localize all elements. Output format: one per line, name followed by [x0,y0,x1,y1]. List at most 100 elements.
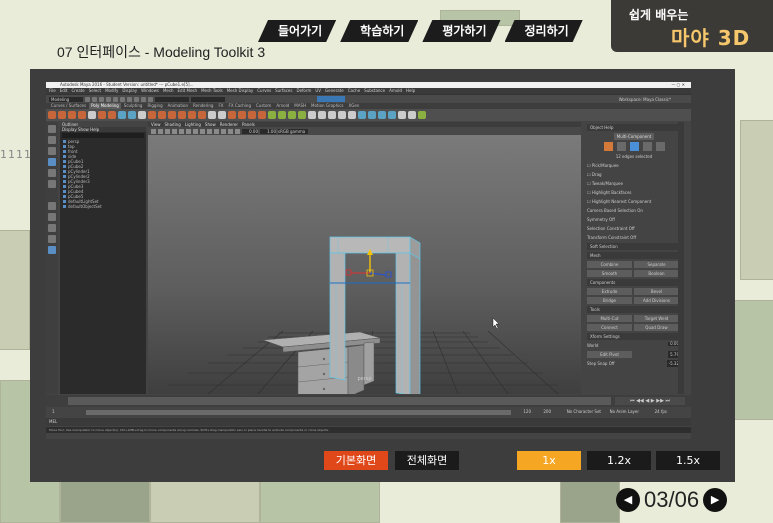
shelf-tab-rendering[interactable]: Rendering [191,103,215,109]
shelf-tool-icon[interactable] [268,111,276,119]
textured-icon[interactable] [207,128,212,134]
new-scene-icon[interactable] [85,96,90,102]
soft-selection-header[interactable]: Soft Selection [587,243,681,250]
toolkit-option[interactable]: ☐ Highlight Backfaces [587,189,681,196]
components-header[interactable]: Components [587,279,681,286]
menu-item-mesh[interactable]: Mesh [163,88,174,94]
shelf-tool-icon[interactable] [128,111,136,119]
redo-icon[interactable] [113,96,118,102]
playback-controls[interactable]: ⏮ ◀◀ ◀ ▶ ▶▶ ⏭ [615,397,685,405]
last-tool-icon[interactable] [48,202,56,210]
snap-grid-icon[interactable] [120,96,125,102]
toolkit-option[interactable]: ☐ Tweak/Marquee [587,180,681,187]
step-snap-setting[interactable]: Step Snap Off [587,360,615,367]
fps-dropdown[interactable]: 24 fps [655,409,667,414]
timeline-ruler[interactable] [68,397,611,405]
shelf-tool-icon[interactable] [148,111,156,119]
shelf-tool-icon[interactable] [378,111,386,119]
shelf-tab-rigging[interactable]: Rigging [145,103,164,109]
shelf-tool-icon[interactable] [408,111,416,119]
snap-curve-icon[interactable] [127,96,132,102]
save-scene-icon[interactable] [99,96,104,102]
add-divisions-button[interactable]: Add Divisions [634,297,679,304]
shelf-tab-poly-modeling[interactable]: Poly Modeling [89,103,121,109]
menu-item-select[interactable]: Select [89,88,101,94]
bevel-button[interactable]: Bevel [634,288,679,295]
shelf-tool-icon[interactable] [198,111,206,119]
viewport-menu-view[interactable]: View [151,122,161,127]
shelf-tool-icon[interactable] [108,111,116,119]
exposure-field[interactable]: 0.00 [242,128,258,134]
range-bar[interactable] [86,410,511,415]
smooth-shade-icon[interactable] [200,128,205,134]
menu-item-generate[interactable]: Generate [325,88,344,94]
shelf-tool-icon[interactable] [348,111,356,119]
range-end[interactable]: 120 [523,409,531,414]
outliner-view-icon[interactable] [48,246,56,254]
menu-item-substance[interactable]: Substance [364,88,385,94]
selection-constraint[interactable]: Selection Constraint Off [587,225,681,232]
shelf-tool-icon[interactable] [298,111,306,119]
menu-item-deform[interactable]: Deform [296,88,311,94]
rotate-tool-icon[interactable] [48,169,56,177]
mesh-header[interactable]: Mesh [587,252,681,259]
ipr-icon[interactable] [148,96,153,102]
shelf-tool-icon[interactable] [98,111,106,119]
gamma-field[interactable]: 1.00 [260,128,276,134]
shelf-tool-icon[interactable] [388,111,396,119]
viewport-menu-lighting[interactable]: Lighting [185,122,201,127]
shelf-tab-arnold[interactable]: Arnold [274,103,291,109]
multi-cut-button[interactable]: Multi-Cut [587,315,632,322]
viewport-menu-renderer[interactable]: Renderer [220,122,238,127]
speed-1-5x-button[interactable]: 1.5x [656,451,720,470]
bridge-button[interactable]: Bridge [587,297,632,304]
shelf-tab-motion-graphics[interactable]: Motion Graphics [309,103,346,109]
shelf-tab-fx[interactable]: FX [216,103,225,109]
symmetry-field[interactable] [191,96,225,102]
grid-toggle-icon[interactable] [172,128,177,134]
menu-item-mesh-tools[interactable]: Mesh Tools [201,88,223,94]
shelf-tool-icon[interactable] [68,111,76,119]
shadows-icon[interactable] [221,128,226,134]
viewport-menu-panels[interactable]: Panels [242,122,255,127]
resolution-gate-icon[interactable] [186,128,191,134]
separate-button[interactable]: Separate [634,261,679,268]
character-set-dropdown[interactable]: No Character Set [567,409,601,414]
symmetry-setting[interactable]: Symmetry Off [587,216,681,223]
basic-view-button[interactable]: 기본화면 [324,451,388,470]
command-line[interactable]: MEL [46,418,691,426]
workspace-dropdown[interactable]: Workspace: Maya Classic* [619,97,671,102]
outliner-item[interactable]: defaultObjectSet [60,204,146,209]
smooth-button[interactable]: Smooth [587,270,632,277]
shelf-tool-icon[interactable] [368,111,376,119]
shelf-tool-icon[interactable] [78,111,86,119]
menu-item-curves[interactable]: Curves [257,88,271,94]
speed-1x-button[interactable]: 1x [517,451,581,470]
speed-1-2x-button[interactable]: 1.2x [587,451,651,470]
object-mode-icon[interactable] [603,142,613,151]
panel-tab-strip[interactable] [678,122,684,394]
shelf-tool-icon[interactable] [58,111,66,119]
open-scene-icon[interactable] [92,96,97,102]
toolkit-option[interactable]: ☐ Highlight Nearest Component [587,198,681,205]
menu-item-edit[interactable]: Edit [60,88,68,94]
shelf-tool-icon[interactable] [208,111,216,119]
shelf-tool-icon[interactable] [168,111,176,119]
mode-dropdown[interactable]: Modeling [49,96,83,102]
image-plane-icon[interactable] [165,128,170,134]
two-view-icon[interactable] [48,235,56,243]
anim-layer-dropdown[interactable]: No Anim Layer [610,409,639,414]
snap-point-icon[interactable] [134,96,139,102]
boolean-button[interactable]: Boolean [634,270,679,277]
shelf-tool-icon[interactable] [138,111,146,119]
xform-settings-header[interactable]: Xform Settings [587,333,681,340]
quad-draw-button[interactable]: Quad Draw [634,324,679,331]
shelf-tool-icon[interactable] [328,111,336,119]
toolkit-option[interactable]: ☐ Drag [587,171,681,178]
menu-item-file[interactable]: File [49,88,56,94]
menu-item-windows[interactable]: Windows [141,88,159,94]
shelf-tool-icon[interactable] [318,111,326,119]
outliner-search-input[interactable] [62,133,144,138]
toolkit-tabs[interactable]: Object Help [587,124,681,131]
shelf-tool-icon[interactable] [358,111,366,119]
